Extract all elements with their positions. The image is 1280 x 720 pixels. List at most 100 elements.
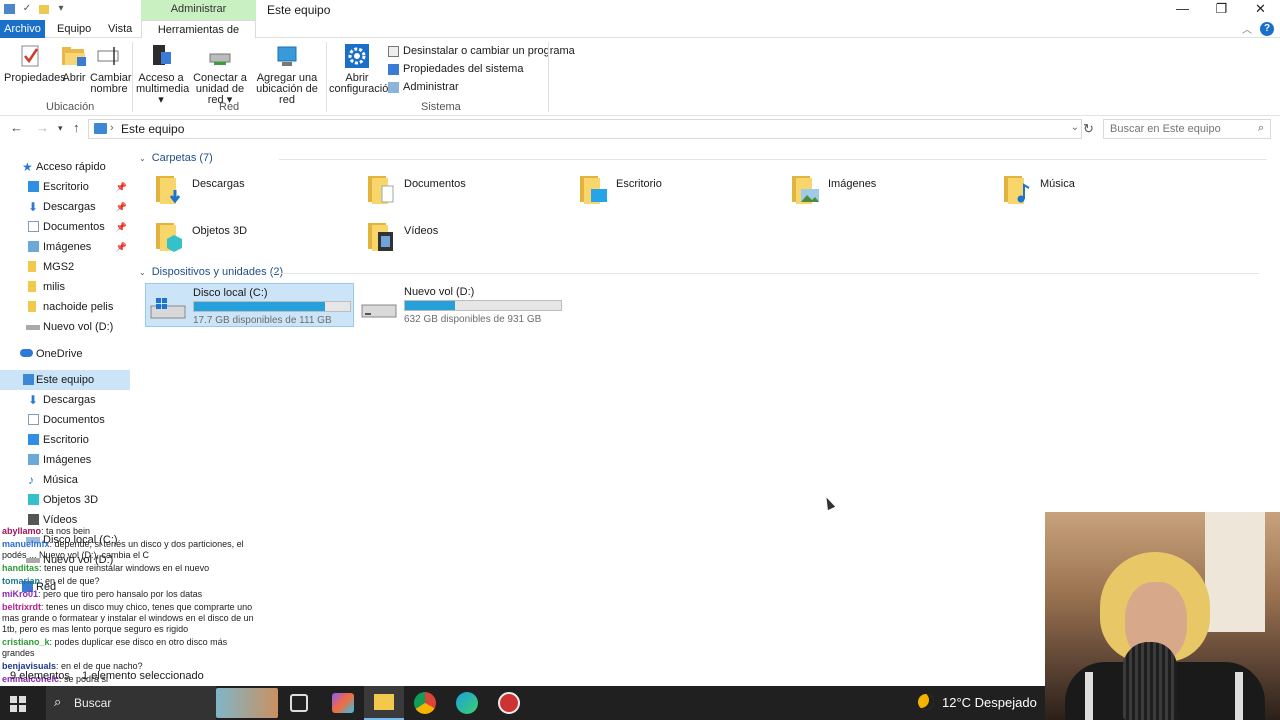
chat-text: : pero que tiro pero hansalo por los dat… bbox=[38, 589, 203, 599]
folder-imagenes[interactable]: Imágenes bbox=[784, 170, 984, 214]
task-view-icon[interactable] bbox=[290, 694, 308, 712]
conectar-unidad-de-red-button[interactable]: Conectar a unidad de red ▾ bbox=[188, 42, 252, 106]
drive-usage-fill bbox=[405, 301, 455, 310]
app-icon bbox=[4, 4, 15, 14]
address-dropdown-icon[interactable]: ⌄ bbox=[1071, 122, 1079, 133]
chat-username: manuelmfx bbox=[2, 539, 50, 549]
folder-escritorio[interactable]: Escritorio bbox=[572, 170, 772, 214]
cambiar-nombre-button[interactable]: Cambiar nombre bbox=[90, 42, 132, 95]
recent-locations-chevron-icon[interactable]: ▾ bbox=[58, 123, 63, 134]
address-path[interactable]: Este equipo bbox=[121, 122, 184, 136]
minimize-icon[interactable]: — bbox=[1163, 0, 1202, 20]
drive-disco-local-c[interactable]: Disco local (C:) 17.7 GB disponibles de … bbox=[145, 283, 354, 327]
sidebar-item-documentos[interactable]: Documentos 📌 bbox=[0, 217, 130, 237]
desinstalar-programa-button[interactable]: Desinstalar o cambiar un programa bbox=[388, 45, 575, 57]
collapse-ribbon-icon[interactable]: ︿ bbox=[1242, 21, 1252, 36]
document-icon bbox=[28, 221, 39, 232]
pin-icon[interactable]: 📌 bbox=[116, 177, 127, 197]
close-icon[interactable]: ✕ bbox=[1241, 0, 1280, 20]
tab-equipo[interactable]: Equipo bbox=[50, 20, 98, 38]
folder-documentos[interactable]: Documentos bbox=[360, 170, 560, 214]
obs-icon[interactable] bbox=[498, 692, 520, 714]
forward-arrow-icon[interactable]: → bbox=[36, 120, 49, 135]
sidebar-item-nuevo-vol-d[interactable]: Nuevo vol (D:) bbox=[0, 317, 130, 337]
file-explorer-icon bbox=[374, 694, 394, 710]
ribbon-separator bbox=[326, 42, 327, 112]
sidebar-item-imagenes[interactable]: Imágenes bbox=[0, 450, 130, 470]
sidebar-item-descargas[interactable]: ⬇ Descargas 📌 bbox=[0, 197, 130, 217]
pin-icon[interactable]: 📌 bbox=[116, 237, 127, 257]
sidebar-item-mgs2[interactable]: MGS2 bbox=[0, 257, 130, 277]
folder-descargas[interactable]: Descargas bbox=[148, 170, 348, 214]
window-controls: — ❐ ✕ bbox=[1163, 0, 1280, 20]
search-input[interactable] bbox=[1110, 120, 1250, 138]
tab-vista[interactable]: Vista bbox=[101, 20, 139, 38]
mouse-cursor-icon bbox=[822, 495, 836, 511]
propiedades-del-sistema-button[interactable]: Propiedades del sistema bbox=[388, 63, 523, 75]
sidebar-item-este-equipo[interactable]: Este equipo bbox=[0, 370, 130, 390]
folder-icon bbox=[28, 301, 36, 312]
video-icon bbox=[28, 514, 39, 525]
properties-quick-icon[interactable]: ✓ bbox=[21, 3, 33, 15]
taskbar-file-explorer-active[interactable] bbox=[364, 686, 404, 720]
folder-objetos-3d[interactable]: Objetos 3D bbox=[148, 217, 348, 261]
help-icon[interactable]: ? bbox=[1260, 21, 1274, 36]
folder-icon bbox=[28, 261, 36, 272]
section-carpetas[interactable]: ⌄ Carpetas (7) bbox=[139, 152, 1269, 164]
breadcrumb-chevron-icon[interactable]: › bbox=[110, 122, 114, 134]
abrir-configuracion-button[interactable]: Abrir configuración bbox=[329, 42, 394, 95]
3d-objects-icon bbox=[28, 494, 39, 505]
sidebar-item-escritorio[interactable]: Escritorio 📌 bbox=[0, 177, 130, 197]
copilot-icon[interactable] bbox=[332, 693, 354, 713]
restore-icon[interactable]: ❐ bbox=[1202, 0, 1241, 20]
sidebar-item-escritorio[interactable]: Escritorio bbox=[0, 430, 130, 450]
status-selection: 1 elemento seleccionado bbox=[82, 670, 204, 682]
tab-archivo[interactable]: Archivo bbox=[0, 20, 45, 38]
up-arrow-icon[interactable]: ↑ bbox=[73, 120, 80, 135]
edge-icon[interactable] bbox=[456, 692, 478, 714]
chat-username: abyllamo bbox=[2, 526, 42, 536]
sidebar-item-objetos-3d[interactable]: Objetos 3D bbox=[0, 490, 130, 510]
chat-message: cristiano_k: podes duplicar ese disco en… bbox=[2, 637, 262, 659]
tab-herramientas-de-unidad[interactable]: Herramientas de unidad bbox=[141, 20, 256, 54]
chat-username: handitas bbox=[2, 563, 40, 573]
taskbar-search[interactable]: ⌕ Buscar bbox=[46, 686, 216, 720]
folder-musica[interactable]: Música bbox=[996, 170, 1196, 214]
windows-start-icon[interactable] bbox=[10, 696, 26, 712]
acceso-multimedia-button[interactable]: Acceso a multimedia ▾ bbox=[136, 42, 189, 106]
sidebar-item-acceso-rapido[interactable]: ★ Acceso rápido bbox=[0, 157, 130, 177]
sidebar-item-imagenes[interactable]: Imágenes 📌 bbox=[0, 237, 130, 257]
agregar-ubicacion-de-red-button[interactable]: Agregar una ubicación de red bbox=[253, 42, 321, 106]
folder-videos[interactable]: Vídeos bbox=[360, 217, 560, 261]
pin-icon[interactable]: 📌 bbox=[116, 197, 127, 217]
abrir-button[interactable]: Abrir bbox=[60, 42, 88, 84]
new-folder-quick-icon[interactable] bbox=[39, 4, 49, 14]
refresh-icon[interactable]: ↻ bbox=[1083, 121, 1094, 137]
collapse-chevron-icon[interactable]: ⌄ bbox=[139, 154, 146, 163]
map-network-drive-icon bbox=[209, 53, 231, 65]
chrome-icon[interactable] bbox=[414, 692, 436, 714]
collapse-chevron-icon[interactable]: ⌄ bbox=[139, 268, 146, 277]
pin-icon[interactable]: 📌 bbox=[116, 217, 127, 237]
address-bar[interactable]: › Este equipo ⌄ bbox=[88, 119, 1082, 139]
search-highlight-image[interactable] bbox=[216, 688, 278, 718]
back-arrow-icon[interactable]: ← bbox=[10, 120, 23, 135]
propiedades-button[interactable]: Propiedades bbox=[4, 42, 66, 84]
sidebar-item-milis[interactable]: milis bbox=[0, 277, 130, 297]
group-label-sistema: Sistema bbox=[421, 101, 461, 113]
customize-quick-icon[interactable]: ▾ bbox=[55, 3, 67, 15]
sidebar-item-documentos[interactable]: Documentos bbox=[0, 410, 130, 430]
quick-access-toolbar: ✓ ▾ bbox=[4, 3, 67, 15]
drive-usage-bar bbox=[193, 301, 351, 312]
sidebar-item-descargas[interactable]: ⬇ Descargas bbox=[0, 390, 130, 410]
sidebar-item-onedrive[interactable]: OneDrive bbox=[0, 344, 130, 364]
sidebar-item-nachoide-pelis[interactable]: nachoide pelis bbox=[0, 297, 130, 317]
section-dispositivos[interactable]: ⌄ Dispositivos y unidades (2) bbox=[139, 266, 1269, 278]
sidebar-item-musica[interactable]: ♪ Música bbox=[0, 470, 130, 490]
weather-widget[interactable]: 12°C Despejado bbox=[918, 694, 1037, 710]
ribbon-separator bbox=[132, 42, 133, 112]
administrar-button[interactable]: Administrar bbox=[388, 81, 459, 93]
moon-icon bbox=[918, 694, 934, 710]
drive-nuevo-vol-d[interactable]: Nuevo vol (D:) 632 GB disponibles de 931… bbox=[357, 283, 566, 327]
search-box[interactable]: ⌕ bbox=[1103, 119, 1271, 139]
